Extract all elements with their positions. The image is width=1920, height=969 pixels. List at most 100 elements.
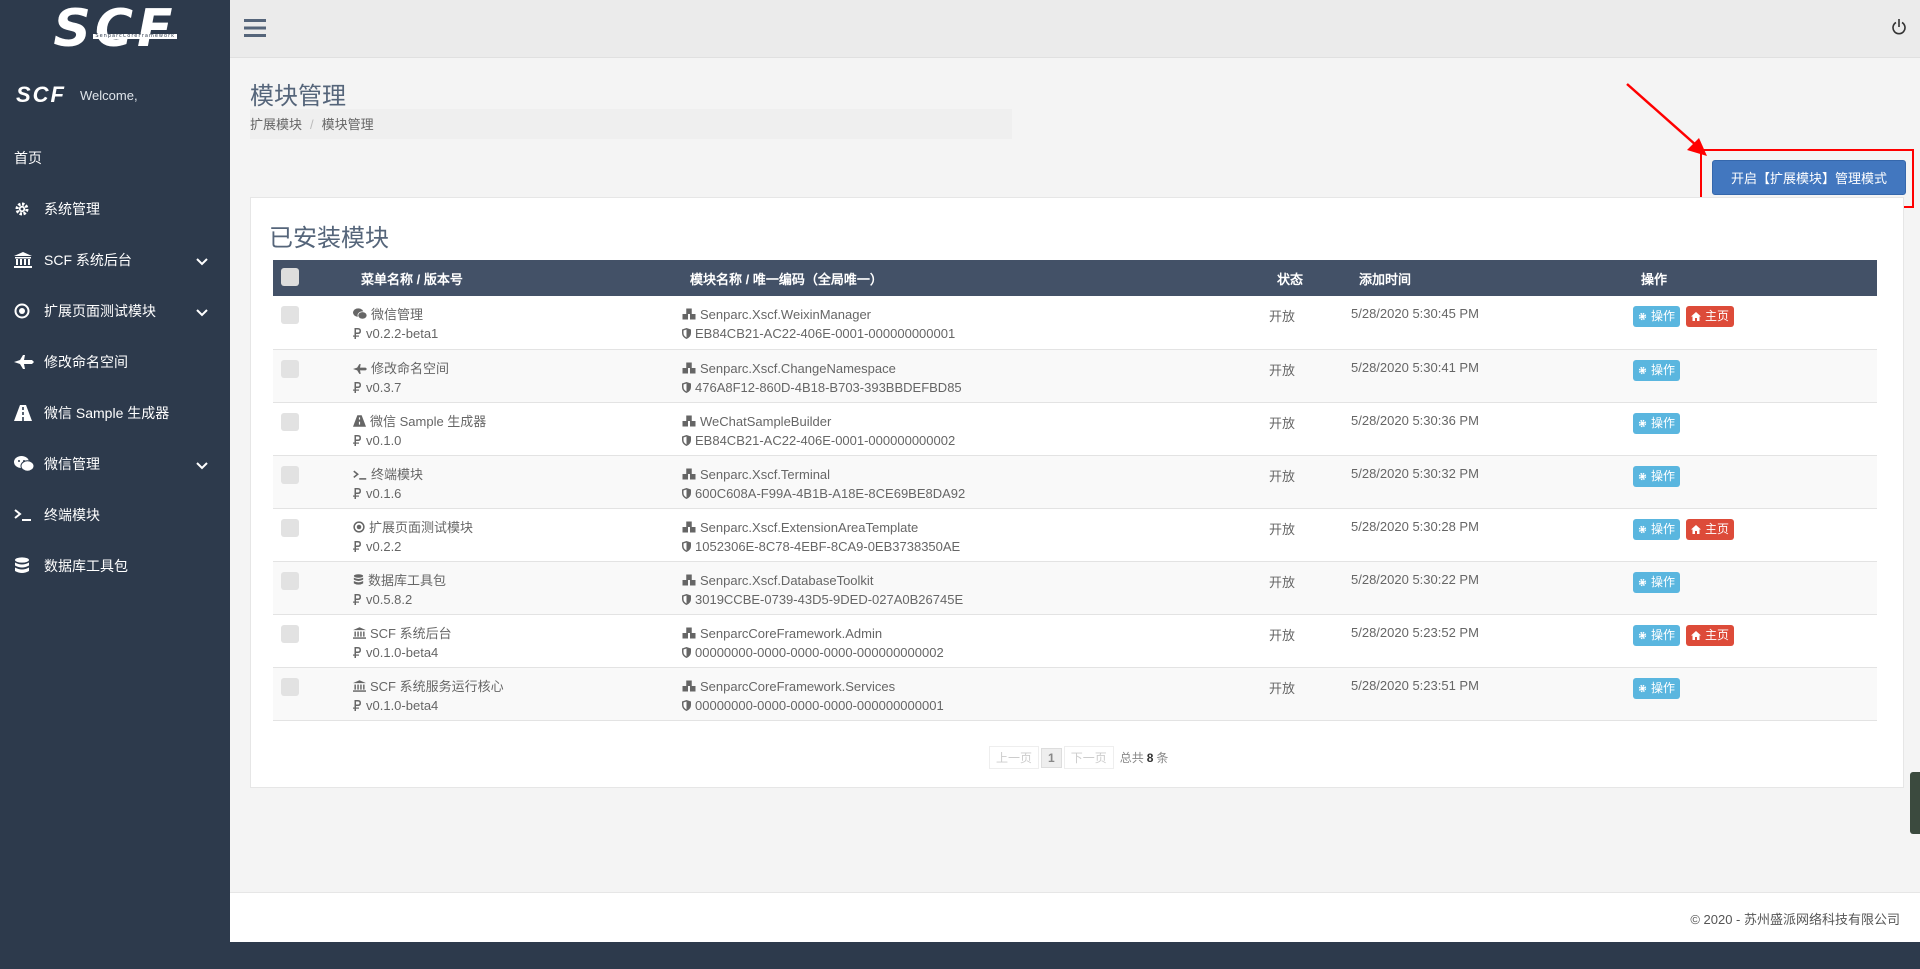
status-cell: 开放	[1269, 508, 1351, 562]
sidebar-item-database[interactable]: 数据库工具包	[0, 540, 230, 591]
shield-icon	[682, 433, 691, 450]
gear-icon	[1638, 469, 1647, 486]
column-header-actions: 操作	[1633, 260, 1877, 296]
home-icon	[1691, 628, 1702, 645]
cubes-icon	[682, 307, 696, 324]
menu-name[interactable]: 数据库工具包	[368, 573, 446, 588]
menu-cell: 终端模块 v0.1.6	[353, 455, 682, 509]
total-prefix: 总共	[1119, 751, 1144, 765]
enable-management-mode-button[interactable]: 开启【扩展模块】管理模式	[1712, 160, 1906, 195]
row-checkbox[interactable]	[281, 518, 299, 537]
home-button-label: 主页	[1705, 309, 1730, 323]
menu-name[interactable]: 修改命名空间	[371, 361, 449, 376]
status-text: 开放	[1269, 468, 1296, 484]
row-checkbox[interactable]	[281, 306, 299, 324]
sidebar-item-change-namespace[interactable]: 修改命名空间	[0, 336, 230, 387]
hamburger-menu-icon[interactable]	[244, 18, 266, 41]
added-time: 5/28/2020 5:30:41 PM	[1351, 359, 1479, 375]
version-icon	[353, 326, 362, 343]
row-checkbox[interactable]	[281, 465, 299, 484]
home-button[interactable]: 主页	[1686, 518, 1735, 540]
user-panel: SCF Welcome,	[0, 58, 230, 132]
operate-button-label: 操作	[1651, 680, 1676, 695]
actions-cell: 操作	[1633, 561, 1877, 615]
column-header-status: 状态	[1269, 260, 1351, 296]
version-icon	[353, 486, 362, 503]
shield-icon	[682, 698, 691, 715]
menu-cell: 修改命名空间 v0.3.7	[353, 349, 682, 403]
brand-logo[interactable]: SCF SenparcCoreFramework	[53, 3, 178, 55]
actions-cell: 操作	[1633, 667, 1877, 721]
current-page-button[interactable]: 1	[1041, 747, 1062, 768]
sidebar-item-scf-admin[interactable]: SCF 系统后台	[0, 234, 230, 285]
row-checkbox[interactable]	[281, 677, 299, 696]
row-checkbox[interactable]	[281, 412, 299, 431]
home-button-label: 主页	[1705, 521, 1730, 536]
operate-button[interactable]: 操作	[1633, 677, 1681, 699]
cubes-icon	[682, 573, 696, 590]
module-uid: 476A8F12-860D-4B18-B703-393BBDEFBD85	[695, 379, 962, 395]
added-time: 5/28/2020 5:30:28 PM	[1351, 518, 1479, 534]
operate-button-label: 操作	[1651, 574, 1676, 589]
row-select-cell	[273, 349, 353, 403]
version-icon	[353, 645, 362, 662]
home-button[interactable]: 主页	[1686, 624, 1735, 646]
side-widget-handle[interactable]	[1910, 772, 1920, 834]
user-avatar-logo: SCF	[16, 82, 66, 107]
menu-name[interactable]: 扩展页面测试模块	[369, 520, 473, 535]
next-page-button[interactable]: 下一页	[1063, 746, 1114, 769]
power-icon[interactable]	[1892, 19, 1906, 38]
table-header-row: 菜单名称 / 版本号 模块名称 / 唯一编码（全局唯一） 状态 添加时间 操作	[273, 260, 1877, 296]
menu-name[interactable]: SCF 系统后台	[370, 626, 452, 641]
road-icon	[14, 404, 44, 421]
module-uid: 3019CCBE-0739-43D5-9DED-027A0B26745E	[695, 591, 964, 607]
road-icon	[353, 414, 366, 431]
module-cell: Senparc.Xscf.Terminal 600C608A-F99A-4B1B-…	[682, 455, 1269, 509]
operate-button[interactable]: 操作	[1633, 412, 1681, 434]
table-row: 扩展页面测试模块 v0.2.2 Senparc.Xscf.ExtensionArea…	[273, 508, 1877, 562]
operate-button[interactable]: 操作	[1633, 518, 1681, 540]
sidebar-item-home[interactable]: 首页	[0, 132, 230, 183]
sidebar-item-terminal[interactable]: 终端模块	[0, 489, 230, 540]
operate-button[interactable]: 操作	[1633, 465, 1681, 487]
chevron-down-icon	[196, 253, 208, 269]
breadcrumb-item-extension[interactable]: 扩展模块	[250, 117, 302, 132]
operate-button[interactable]: 操作	[1633, 306, 1681, 327]
operate-button[interactable]: 操作	[1633, 624, 1681, 646]
menu-name[interactable]: 终端模块	[371, 467, 423, 482]
sidebar-item-wechat[interactable]: 微信管理	[0, 438, 230, 489]
select-all-checkbox[interactable]	[281, 267, 299, 286]
row-checkbox[interactable]	[281, 359, 299, 378]
chevron-down-icon	[196, 457, 208, 473]
module-cell: Senparc.Xscf.DatabaseToolkit 3019CCBE-073…	[682, 561, 1269, 615]
module-uid: EB84CB21-AC22-406E-0001-000000000002	[695, 432, 956, 448]
plane-icon	[14, 354, 44, 369]
row-checkbox[interactable]	[281, 571, 299, 590]
menu-cell: 微信管理 v0.2.2-beta1	[353, 296, 682, 350]
bank-icon	[353, 626, 366, 643]
row-checkbox[interactable]	[281, 624, 299, 643]
home-button[interactable]: 主页	[1686, 306, 1735, 327]
sidebar-item-system[interactable]: 系统管理	[0, 183, 230, 234]
total-count-text: 总共 8 条	[1120, 749, 1169, 766]
operate-button[interactable]: 操作	[1633, 359, 1681, 381]
gear-icon	[1638, 309, 1647, 326]
sidebar-item-extension-test[interactable]: 扩展页面测试模块	[0, 285, 230, 336]
menu-name[interactable]: 微信 Sample 生成器	[370, 414, 486, 429]
plane-icon	[353, 361, 367, 378]
gear-icon	[1638, 522, 1647, 539]
cubes-icon	[682, 414, 696, 431]
prev-page-button[interactable]: 上一页	[989, 746, 1040, 769]
logo-area: SCF SenparcCoreFramework	[0, 0, 230, 58]
module-cell: Senparc.Xscf.WeixinManager EB84CB21-AC22-…	[682, 296, 1269, 350]
time-cell: 5/28/2020 5:30:36 PM	[1351, 402, 1633, 456]
status-text: 开放	[1269, 362, 1296, 378]
version-number: v0.1.0-beta4	[366, 644, 439, 660]
module-uid: 00000000-0000-0000-0000-000000000002	[695, 644, 944, 660]
sidebar-item-label: 微信管理	[44, 455, 100, 472]
operate-button[interactable]: 操作	[1633, 571, 1681, 593]
home-button-label: 主页	[1705, 627, 1730, 642]
sidebar-item-sample-builder[interactable]: 微信 Sample 生成器	[0, 387, 230, 438]
menu-name[interactable]: SCF 系统服务运行核心	[370, 679, 504, 694]
menu-name[interactable]: 微信管理	[371, 307, 423, 322]
